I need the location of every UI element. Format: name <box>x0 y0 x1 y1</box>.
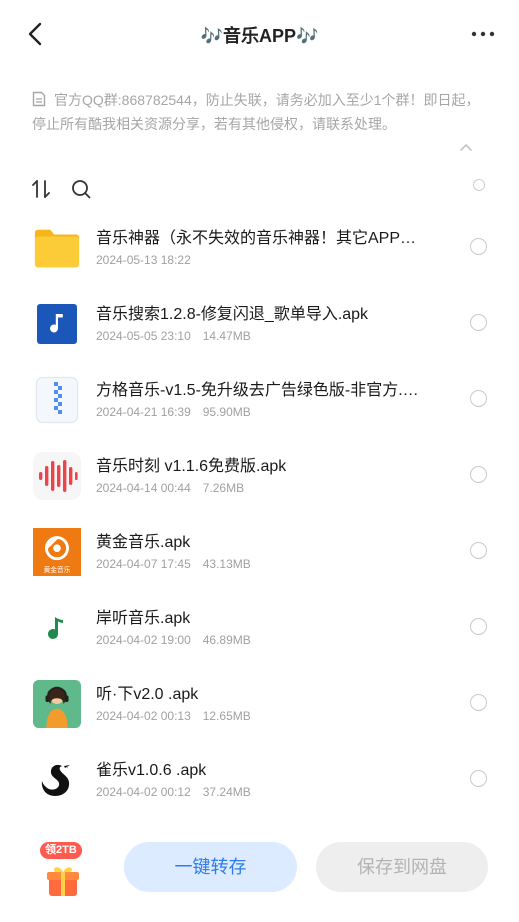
file-date: 2024-04-21 16:39 <box>96 405 191 419</box>
file-name: 雀乐v1.0.6 .apk <box>96 762 207 779</box>
soundwave-app-icon <box>33 452 81 500</box>
list-toolbar <box>0 172 519 206</box>
search-icon[interactable] <box>70 178 92 200</box>
file-meta: 2024-04-02 00:13 12.65MB <box>96 708 251 724</box>
gift-box-icon <box>47 867 79 896</box>
file-date: 2024-04-02 00:13 <box>96 709 191 723</box>
swan-app-icon <box>33 756 81 804</box>
select-radio[interactable] <box>470 390 487 407</box>
music-note-app-icon <box>33 300 81 348</box>
headphone-girl-app-icon <box>33 680 81 728</box>
page-title: 🎶音乐APP🎶 <box>200 26 319 46</box>
green-note-app-icon <box>33 604 81 652</box>
select-radio[interactable] <box>470 466 487 483</box>
select-all-radio[interactable] <box>473 179 485 191</box>
list-item[interactable]: 方格音乐-v1.5-免升级去广告绿色版-非官方.… 2024-04-21 16:… <box>0 362 519 438</box>
select-radio[interactable] <box>470 238 487 255</box>
file-list: 音乐神器（永不失效的音乐神器！其它APP… 2024-05-13 18:22 音… <box>0 210 519 818</box>
file-meta: 2024-04-14 00:44 7.26MB <box>96 480 244 496</box>
list-item[interactable]: 雀乐v1.0.6 .apk 2024-04-02 00:12 37.24MB <box>0 742 519 818</box>
file-size: 95.90MB <box>202 405 251 419</box>
golden-music-app-icon: 黄金音乐 <box>33 528 81 576</box>
notice-text: 官方QQ群:868782544，防止失联，请务必加入至少1个群！即日起，停止所有… <box>32 92 480 132</box>
file-name: 岸听音乐.apk <box>96 610 191 627</box>
share-notice: 官方QQ群:868782544，防止失联，请务必加入至少1个群！即日起，停止所有… <box>32 88 492 136</box>
list-item[interactable]: 音乐搜索1.2.8-修复闪退_歌单导入.apk 2024-05-05 23:10… <box>0 286 519 362</box>
file-date: 2024-04-14 00:44 <box>96 481 191 495</box>
file-name: 黄金音乐.apk <box>96 534 191 551</box>
file-size: 37.24MB <box>202 785 251 799</box>
list-item[interactable]: 音乐神器（永不失效的音乐神器！其它APP… 2024-05-13 18:22 <box>0 210 519 286</box>
file-date: 2024-04-02 19:00 <box>96 633 191 647</box>
list-item[interactable]: 听·下v2.0 .apk 2024-04-02 00:13 12.65MB <box>0 666 519 742</box>
zip-archive-icon <box>33 376 81 424</box>
file-name: 听·下v2.0 .apk <box>96 686 199 703</box>
file-meta: 2024-04-02 00:12 37.24MB <box>96 784 251 800</box>
gift-promo[interactable]: 领2TB <box>36 842 90 902</box>
file-meta: 2024-05-05 23:10 14.47MB <box>96 328 251 344</box>
file-meta: 2024-05-13 18:22 <box>96 252 203 268</box>
gift-badge: 领2TB <box>40 842 82 859</box>
select-radio[interactable] <box>470 542 487 559</box>
file-size: 43.13MB <box>202 557 251 571</box>
file-date: 2024-05-05 23:10 <box>96 329 191 343</box>
save-to-drive-button[interactable]: 保存到网盘 <box>316 842 488 892</box>
file-size: 14.47MB <box>202 329 251 343</box>
bottom-action-bar: 领2TB 一键转存 保存到网盘 <box>0 832 519 922</box>
file-meta: 2024-04-07 17:45 43.13MB <box>96 556 251 572</box>
list-item[interactable]: 黄金音乐 黄金音乐.apk 2024-04-07 17:45 43.13MB <box>0 514 519 590</box>
golden-icon-caption: 黄金音乐 <box>44 565 71 574</box>
file-meta: 2024-04-02 19:00 46.89MB <box>96 632 251 648</box>
file-name: 音乐搜索1.2.8-修复闪退_歌单导入.apk <box>96 306 369 323</box>
file-date: 2024-05-13 18:22 <box>96 253 191 267</box>
document-icon <box>32 91 46 107</box>
more-options-icon[interactable] <box>469 22 497 46</box>
file-date: 2024-04-07 17:45 <box>96 557 191 571</box>
list-item[interactable]: 音乐时刻 v1.1.6免费版.apk 2024-04-14 00:44 7.26M… <box>0 438 519 514</box>
file-size: 7.26MB <box>202 481 245 495</box>
one-click-transfer-button[interactable]: 一键转存 <box>124 842 297 892</box>
file-meta: 2024-04-21 16:39 95.90MB <box>96 404 251 420</box>
file-size: 12.65MB <box>202 709 251 723</box>
file-name: 音乐时刻 v1.1.6免费版.apk <box>96 458 287 475</box>
header-bar: 🎶音乐APP🎶 <box>0 0 519 68</box>
file-name: 方格音乐-v1.5-免升级去广告绿色版-非官方.… <box>96 382 419 399</box>
select-radio[interactable] <box>470 770 487 787</box>
file-date: 2024-04-02 00:12 <box>96 785 191 799</box>
file-name: 音乐神器（永不失效的音乐神器！其它APP… <box>96 230 417 247</box>
select-radio[interactable] <box>470 694 487 711</box>
select-radio[interactable] <box>470 314 487 331</box>
select-radio[interactable] <box>470 618 487 635</box>
sort-icon[interactable] <box>30 178 52 200</box>
file-size: 46.89MB <box>202 633 251 647</box>
list-item[interactable]: 岸听音乐.apk 2024-04-02 19:00 46.89MB <box>0 590 519 666</box>
chevron-up-icon[interactable] <box>458 140 474 154</box>
folder-icon <box>33 224 81 272</box>
